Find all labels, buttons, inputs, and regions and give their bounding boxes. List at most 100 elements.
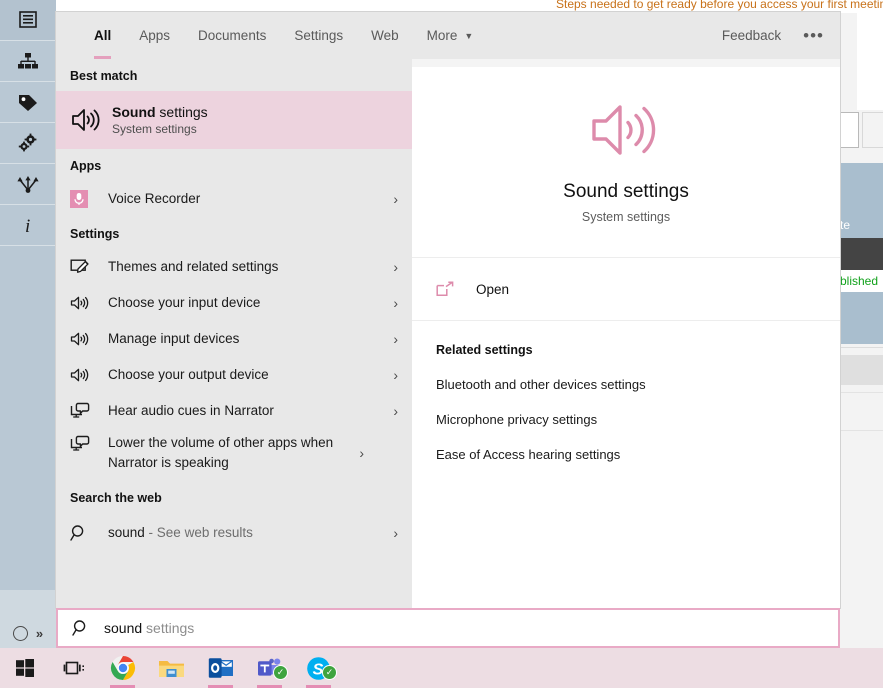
search-icon <box>70 525 84 541</box>
org-chart-icon <box>18 53 38 69</box>
search-suggestion-text: settings <box>142 620 195 636</box>
chrome-icon <box>110 656 135 680</box>
chrome-taskbar-icon[interactable] <box>98 648 147 688</box>
skype-taskbar-icon[interactable]: S ✓ <box>294 648 343 688</box>
best-match-title: Sound settings <box>112 104 208 120</box>
preview-hero: Sound settings System settings <box>412 67 840 258</box>
tab-apps-label: Apps <box>139 28 171 43</box>
tag-icon <box>19 95 37 111</box>
circle-icon[interactable] <box>12 625 28 641</box>
double-chevron-right-icon[interactable]: » <box>36 626 43 641</box>
speaker-volume-icon <box>70 296 89 310</box>
result-row-themes[interactable]: Themes and related settings › <box>56 249 412 285</box>
preview-open-label: Open <box>476 281 510 297</box>
preview-related-settings: Related settings Bluetooth and other dev… <box>412 321 840 462</box>
feedback-button[interactable]: Feedback <box>722 28 781 43</box>
result-label: Themes and related settings <box>108 259 279 274</box>
chevron-right-icon[interactable]: › <box>382 331 398 347</box>
best-match-subtitle: System settings <box>112 122 197 136</box>
sidebar-item-hierarchy[interactable] <box>0 41 56 82</box>
file-explorer-icon <box>159 660 184 677</box>
tab-more[interactable]: More ▼ <box>413 12 488 59</box>
result-icon-wrap <box>70 331 108 347</box>
chevron-right-icon[interactable]: › <box>382 295 398 311</box>
background-divider-1 <box>838 347 883 348</box>
sidebar-item-info[interactable]: i <box>0 205 56 246</box>
taskbar: ✓ S ✓ <box>0 648 883 688</box>
result-label: Hear audio cues in Narrator <box>108 403 274 418</box>
chevron-right-icon[interactable]: › <box>382 403 398 419</box>
background-text-fragment-white: te <box>838 212 883 238</box>
chevron-right-icon[interactable]: › <box>382 259 398 275</box>
search-icon <box>72 620 86 636</box>
preview-title: Sound settings <box>563 181 689 202</box>
chevron-right-icon[interactable]: › <box>348 445 364 461</box>
background-white-gap <box>857 0 883 110</box>
background-band-gray <box>838 355 883 385</box>
info-icon: i <box>25 216 30 235</box>
best-match-text: Sound settings System settings <box>112 104 208 136</box>
tab-all-label: All <box>94 28 112 43</box>
web-search-hint: - See web results <box>144 525 253 540</box>
result-row-narrator-audio-cues[interactable]: Hear audio cues in Narrator › <box>56 393 412 429</box>
tab-apps[interactable]: Apps <box>125 12 184 59</box>
narrator-monitor-icon <box>70 435 90 451</box>
chevron-right-icon[interactable]: › <box>382 367 398 383</box>
web-search-term: sound <box>108 525 145 540</box>
search-input-box[interactable]: sound settings <box>56 608 840 648</box>
tab-web[interactable]: Web <box>357 12 413 59</box>
preview-open-action[interactable]: Open <box>412 258 840 321</box>
result-label: Voice Recorder <box>108 191 201 206</box>
speaker-volume-icon <box>70 368 89 382</box>
left-toolbar: i » <box>0 0 56 648</box>
preview-card: Sound settings System settings Open Rela… <box>412 67 840 608</box>
result-label: Choose your output device <box>108 367 269 382</box>
start-button[interactable] <box>0 648 49 688</box>
outlook-icon <box>208 658 233 678</box>
open-external-icon <box>436 281 454 296</box>
result-row-voice-recorder[interactable]: Voice Recorder › <box>56 181 412 217</box>
tab-all[interactable]: All <box>80 12 125 59</box>
result-row-web-search[interactable]: sound - See web results › <box>56 513 412 553</box>
chevron-right-icon[interactable]: › <box>382 525 398 541</box>
result-row-choose-output-device[interactable]: Choose your output device › <box>56 357 412 393</box>
task-view-icon <box>63 661 84 675</box>
best-match-row[interactable]: Sound settings System settings <box>56 91 412 149</box>
tab-settings[interactable]: Settings <box>280 12 357 59</box>
result-icon-wrap <box>70 190 108 208</box>
explorer-taskbar-icon[interactable] <box>147 648 196 688</box>
related-link-bluetooth[interactable]: Bluetooth and other devices settings <box>436 377 840 392</box>
teams-taskbar-icon[interactable]: ✓ <box>245 648 294 688</box>
ellipsis-icon[interactable]: ••• <box>803 27 824 44</box>
result-icon-wrap <box>70 402 108 420</box>
background-divider-2 <box>838 392 883 393</box>
preview-hero-icon-wrap <box>589 100 663 165</box>
search-input-text: sound settings <box>104 620 194 636</box>
group-header-best-match: Best match <box>70 69 138 83</box>
distribute-icon <box>17 176 39 193</box>
result-row-choose-input-device[interactable]: Choose your input device › <box>56 285 412 321</box>
related-link-ease-of-access-hearing[interactable]: Ease of Access hearing settings <box>436 447 840 462</box>
task-view-button[interactable] <box>49 648 98 688</box>
teams-status-badge: ✓ <box>273 665 288 680</box>
result-row-manage-input-devices[interactable]: Manage input devices › <box>56 321 412 357</box>
screen-root: te blished Steps needed to get ready bef… <box>0 0 883 688</box>
sidebar-item-list[interactable] <box>0 0 56 41</box>
related-link-microphone-privacy[interactable]: Microphone privacy settings <box>436 412 840 427</box>
preview-subtitle: System settings <box>581 210 671 224</box>
chevron-right-icon[interactable]: › <box>382 191 398 207</box>
result-icon-wrap <box>70 429 108 453</box>
preview-pane: Sound settings System settings Open Rela… <box>412 59 840 608</box>
result-row-lower-volume-narrator[interactable]: Lower the volume of other apps when Narr… <box>56 429 412 477</box>
background-band-2 <box>838 292 883 344</box>
result-icon-wrap <box>70 367 108 383</box>
sidebar-item-settings[interactable] <box>0 123 56 164</box>
voice-recorder-tile-icon <box>70 190 88 208</box>
result-icon-wrap <box>70 295 108 311</box>
sidebar-item-distribute[interactable] <box>0 164 56 205</box>
outlook-taskbar-icon[interactable] <box>196 648 245 688</box>
sidebar-item-tag[interactable] <box>0 82 56 123</box>
tab-documents-label: Documents <box>198 28 267 43</box>
left-toolbar-filler <box>0 240 56 590</box>
tab-documents[interactable]: Documents <box>184 12 280 59</box>
